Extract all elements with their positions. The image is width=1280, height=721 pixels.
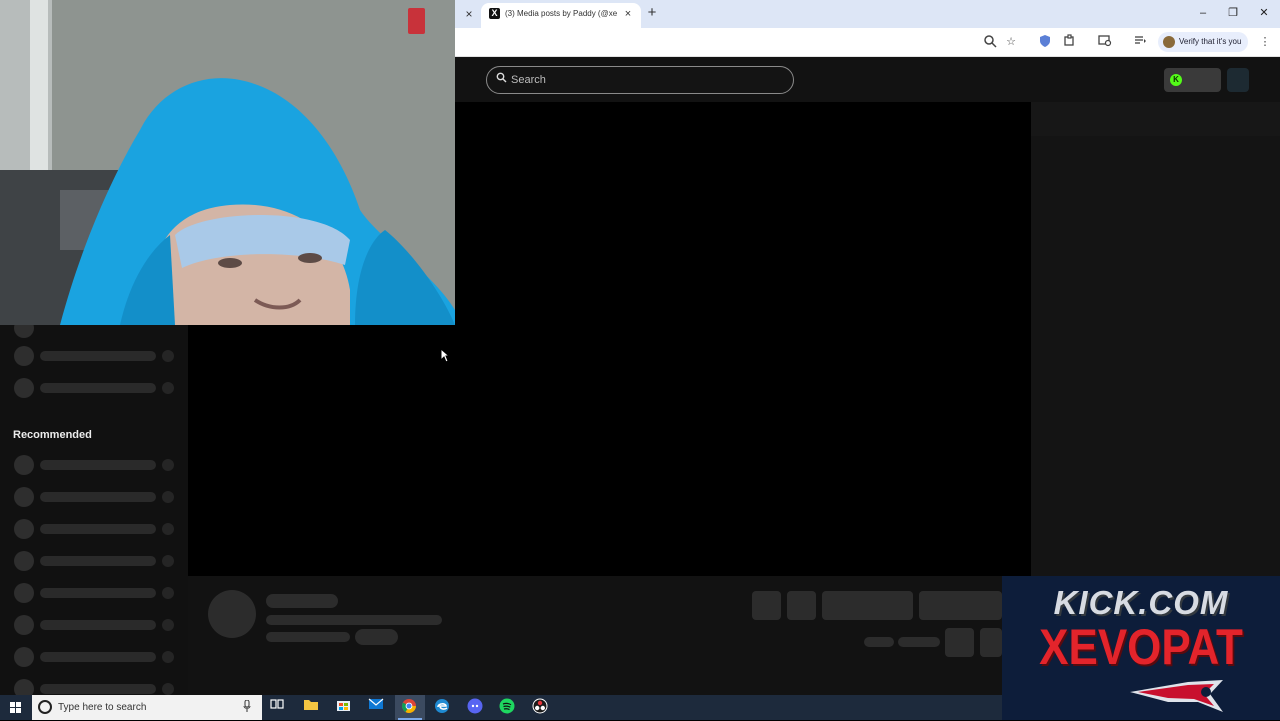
- recommended-channel-avatar[interactable]: [14, 455, 34, 475]
- chat-header: [1031, 102, 1280, 136]
- recommended-channel-name[interactable]: [40, 588, 156, 598]
- recommended-channel-viewers: [162, 619, 174, 631]
- windows-start-icon[interactable]: [5, 699, 25, 716]
- kick-logo-icon: K: [1170, 74, 1182, 86]
- action-button-placeholder[interactable]: [752, 591, 781, 620]
- streamer-name-placeholder: [266, 594, 338, 608]
- recommended-channel-avatar[interactable]: [14, 583, 34, 603]
- stream-category-placeholder: [266, 632, 350, 642]
- patriots-logo-icon: [1128, 672, 1228, 716]
- shield-extension-icon[interactable]: [1037, 34, 1053, 50]
- viewer-count-placeholder: [864, 637, 894, 647]
- recommended-channel-avatar[interactable]: [14, 487, 34, 507]
- overlay-channel-text: XEVOPAT: [1039, 619, 1243, 675]
- recommended-channel-viewers: [162, 587, 174, 599]
- browser-toolbar: [455, 28, 1280, 57]
- taskbar-search-icon: [38, 700, 52, 714]
- search-icon: [494, 72, 508, 86]
- store-icon[interactable]: [334, 698, 352, 716]
- uptime-placeholder: [898, 637, 940, 647]
- follow-button-placeholder[interactable]: [822, 591, 913, 620]
- action-button-placeholder[interactable]: [787, 591, 816, 620]
- obs-icon[interactable]: [531, 698, 549, 716]
- recommended-channel-name[interactable]: [40, 460, 156, 470]
- recommended-heading: Recommended: [13, 429, 92, 441]
- taskbar-search-placeholder: Type here to search: [58, 702, 147, 713]
- task-view-icon[interactable]: [268, 698, 286, 716]
- recommended-channel-viewers: [162, 651, 174, 663]
- video-player[interactable]: [455, 102, 1031, 576]
- verify-chip-label: Verify that it's you: [1179, 37, 1242, 46]
- recommended-channel-name[interactable]: [40, 652, 156, 662]
- streamer-avatar[interactable]: [208, 590, 256, 638]
- followed-channel-viewers: [162, 350, 174, 362]
- user-avatar[interactable]: [1227, 68, 1249, 92]
- recommended-channel-name[interactable]: [40, 556, 156, 566]
- recommended-channel-name[interactable]: [40, 620, 156, 630]
- recommended-channel-viewers: [162, 491, 174, 503]
- mail-icon[interactable]: [367, 698, 385, 716]
- chrome-icon[interactable]: [400, 698, 418, 716]
- followed-channel-viewers: [162, 382, 174, 394]
- x-favicon-icon: X: [489, 8, 500, 19]
- cast-search-icon[interactable]: [1097, 34, 1113, 50]
- followed-channel-avatar[interactable]: [14, 378, 34, 398]
- followed-channel-name[interactable]: [40, 383, 156, 393]
- zoom-icon[interactable]: [982, 34, 998, 50]
- search-input[interactable]: [511, 71, 781, 88]
- new-tab-button[interactable]: +: [645, 5, 659, 21]
- discord-icon[interactable]: [466, 698, 484, 716]
- recommended-channel-avatar[interactable]: [14, 615, 34, 635]
- more-button-placeholder[interactable]: [980, 628, 1002, 657]
- media-queue-icon[interactable]: [1132, 34, 1148, 50]
- followed-channel-name[interactable]: [40, 351, 156, 361]
- prev-tab-close-icon[interactable]: ×: [460, 6, 478, 22]
- followed-channel-avatar[interactable]: [14, 346, 34, 366]
- recommended-channel-name[interactable]: [40, 684, 156, 694]
- window-close-button[interactable]: ✕: [1254, 5, 1274, 21]
- microphone-icon[interactable]: [242, 699, 252, 714]
- recommended-channel-name[interactable]: [40, 524, 156, 534]
- tab-title: (3) Media posts by Paddy (@xe: [505, 9, 617, 18]
- restore-button[interactable]: ❐: [1223, 5, 1243, 21]
- menu-kebab-icon[interactable]: ⋮: [1257, 34, 1273, 50]
- subscribe-button-placeholder[interactable]: [919, 591, 1002, 620]
- recommended-channel-viewers: [162, 523, 174, 535]
- stream-title-placeholder: [266, 615, 442, 625]
- tab-close-icon[interactable]: ×: [621, 7, 635, 21]
- edge-icon[interactable]: [433, 698, 451, 716]
- recommended-channel-avatar[interactable]: [14, 519, 34, 539]
- recommended-channel-name[interactable]: [40, 492, 156, 502]
- recommended-channel-avatar[interactable]: [14, 647, 34, 667]
- extensions-puzzle-icon[interactable]: [1061, 34, 1077, 50]
- recommended-channel-viewers: [162, 555, 174, 567]
- share-button-placeholder[interactable]: [945, 628, 974, 657]
- stream-tag-placeholder: [355, 629, 398, 645]
- profile-avatar: [1163, 36, 1175, 48]
- chat-panel: [1031, 102, 1280, 576]
- recommended-channel-viewers: [162, 459, 174, 471]
- video-player-left[interactable]: [188, 325, 455, 576]
- minimize-button[interactable]: –: [1193, 5, 1213, 21]
- recommended-channel-avatar[interactable]: [14, 551, 34, 571]
- spotify-icon[interactable]: [498, 698, 516, 716]
- recommended-channel-viewers: [162, 683, 174, 695]
- file-explorer-icon[interactable]: [302, 698, 320, 716]
- bookmark-star-icon[interactable]: ☆: [1003, 34, 1019, 50]
- mouse-cursor-icon: [440, 347, 451, 363]
- webcam-feed: [0, 0, 455, 325]
